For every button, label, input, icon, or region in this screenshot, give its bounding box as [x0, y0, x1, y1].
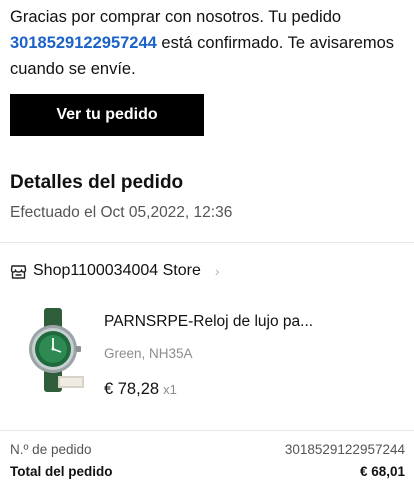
order-number-label: N.º de pedido [10, 442, 92, 457]
product-variant: Green, NH35A [104, 346, 193, 361]
divider [0, 242, 414, 243]
product-title[interactable]: PARNSRPE-Reloj de lujo pa... [104, 313, 313, 331]
product-quantity: x1 [163, 382, 177, 397]
divider [0, 430, 414, 431]
order-total-row: Total del pedido € 68,01 [10, 464, 405, 479]
message-text-before: Gracias por comprar con nosotros. Tu ped… [10, 8, 342, 26]
order-number-row: N.º de pedido 3018529122957244 [10, 442, 405, 457]
order-details-title: Detalles del pedido [10, 172, 184, 193]
store-name: Shop1100034004 Store [33, 262, 201, 279]
order-total-label: Total del pedido [10, 464, 113, 479]
order-placed-date: Efectuado el Oct 05,2022, 12:36 [10, 204, 233, 221]
chevron-right-icon: › [214, 263, 220, 279]
product-price: € 78,28 [104, 380, 160, 398]
view-order-button[interactable]: Ver tu pedido [10, 94, 204, 136]
order-total-value: € 68,01 [359, 464, 405, 479]
product-price-row: € 78,28 x1 [104, 380, 177, 399]
store-link[interactable]: Shop1100034004 Store › [10, 259, 220, 283]
order-number-value: 3018529122957244 [284, 442, 405, 457]
watch-image[interactable] [10, 302, 94, 402]
confirmation-message: Gracias por comprar con nosotros. Tu ped… [10, 4, 406, 82]
store-icon [10, 263, 27, 280]
order-number-link[interactable]: 3018529122957244 [10, 34, 157, 52]
